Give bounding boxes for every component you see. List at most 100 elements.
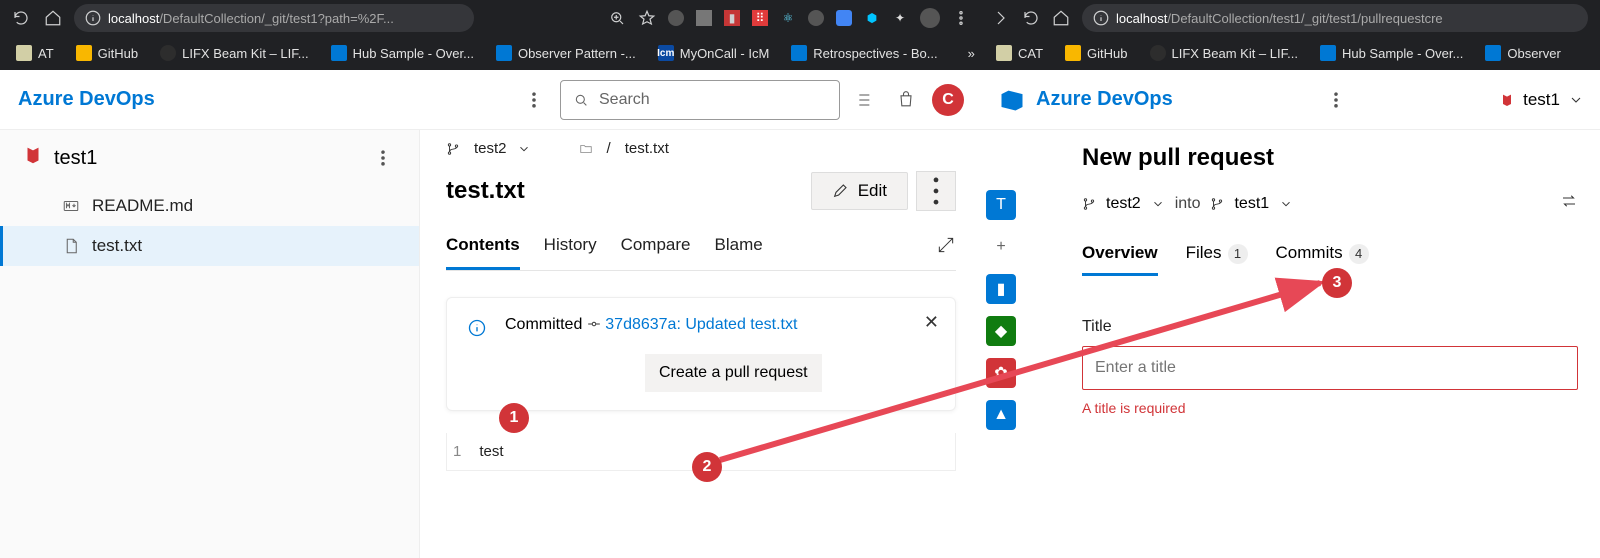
header-more-icon[interactable] [520,86,548,114]
branch-selection-row: test2 into test1 [1082,192,1578,215]
ext-icon[interactable] [668,10,684,26]
bookmark-item[interactable]: LIFX Beam Kit – LIF... [1150,45,1298,61]
repo-icon [22,144,44,172]
repo-icon [1499,92,1515,108]
settings-toggle-icon[interactable] [852,86,880,114]
profile-avatar[interactable] [920,8,940,28]
tab-history[interactable]: History [544,235,597,270]
site-info-icon[interactable] [1092,9,1110,27]
bookmark-item[interactable]: Retrospectives - Bo... [791,45,937,61]
tab-contents[interactable]: Contents [446,235,520,270]
into-label: into [1175,195,1201,213]
home-icon[interactable] [1052,9,1070,27]
ext-icon[interactable] [696,10,712,26]
brand[interactable]: Azure DevOps [1036,88,1173,111]
extensions-icon[interactable]: ✦ [892,10,908,26]
notice-prefix: Committed [505,316,582,333]
bookmark-item[interactable]: IcmMyOnCall - IcM [658,45,770,61]
azure-devops-icon[interactable] [998,86,1026,114]
bookmark-item[interactable]: Observer Pattern -... [496,45,636,61]
info-icon [467,318,487,343]
bookmark-item[interactable]: GitHub [1065,45,1127,61]
swap-icon[interactable] [1560,192,1578,215]
ext-icon[interactable] [808,10,824,26]
url-path: /DefaultCollection/_git/test1?path=%2F..… [159,11,394,26]
ado-header: Azure DevOps Search C [0,70,982,130]
title-error: A title is required [1082,400,1578,416]
bookmark-item[interactable]: GitHub [76,45,138,61]
bookmark-item[interactable]: CAT [996,45,1043,61]
chevron-down-icon[interactable] [517,142,531,156]
crumb-file[interactable]: test.txt [625,140,669,157]
tab-commits[interactable]: Commits4 [1276,243,1369,276]
target-branch[interactable]: test1 [1234,195,1269,213]
address-bar[interactable]: localhost/DefaultCollection/test1/_git/t… [1082,4,1588,32]
bookmark-item[interactable]: Observer [1485,45,1560,61]
tab-overview[interactable]: Overview [1082,243,1158,276]
commit-icon [587,317,601,331]
url-path: /DefaultCollection/test1/_git/test1/pull… [1167,11,1442,26]
title-label: Title [1082,318,1578,336]
file-row-testtxt[interactable]: test.txt [0,226,419,266]
zoom-icon[interactable] [608,9,626,27]
search-input[interactable]: Search [560,80,840,120]
file-more-button[interactable] [916,171,956,211]
star-icon[interactable] [638,9,656,27]
file-tabs: Contents History Compare Blame [446,235,956,271]
header-more-icon[interactable] [1322,86,1350,114]
chevron-down-icon[interactable] [1279,197,1293,211]
bookmark-item[interactable]: Hub Sample - Over... [1320,45,1463,61]
reload-icon[interactable] [1022,9,1040,27]
file-label: test.txt [92,236,142,256]
repo-name[interactable]: test1 [54,147,97,170]
file-title: test.txt [446,177,525,205]
ext-icon[interactable] [836,10,852,26]
browser-toolbar-left: localhost/DefaultCollection/_git/test1?p… [0,0,982,36]
address-bar[interactable]: localhost/DefaultCollection/_git/test1?p… [74,4,474,32]
edit-button[interactable]: Edit [811,172,908,210]
annotation-1: 1 [499,403,529,433]
reload-icon[interactable] [12,9,30,27]
pencil-icon [832,183,848,199]
forward-icon[interactable] [992,9,1010,27]
markdown-icon [62,197,80,215]
shopping-icon[interactable] [892,86,920,114]
commit-link[interactable]: 37d8637a: Updated test.txt [605,316,797,333]
ext-icon[interactable]: ⚛ [780,10,796,26]
line-number: 1 [453,443,461,460]
repo-switcher[interactable]: test1 [1499,90,1584,110]
ext-icon[interactable]: ▮ [724,10,740,26]
close-icon[interactable]: ✕ [924,312,939,333]
bookmark-item[interactable]: AT [16,45,54,61]
search-icon [573,92,589,108]
branch-name[interactable]: test2 [474,140,507,157]
bookmark-item[interactable]: Hub Sample - Over... [331,45,474,61]
chevron-down-icon[interactable] [1151,197,1165,211]
ext-icon[interactable]: ⬢ [864,10,880,26]
brand[interactable]: Azure DevOps [18,88,155,111]
title-input[interactable] [1082,346,1578,390]
file-label: README.md [92,196,193,216]
ext-icon[interactable]: ⠿ [752,10,768,26]
tab-blame[interactable]: Blame [715,235,763,270]
fullscreen-icon[interactable] [936,235,956,270]
create-pr-button[interactable]: Create a pull request [645,354,822,392]
bookmark-item[interactable]: LIFX Beam Kit – LIF... [160,45,308,61]
user-avatar[interactable]: C [932,84,964,116]
tab-compare[interactable]: Compare [621,235,691,270]
site-info-icon[interactable] [84,9,102,27]
code-text: test [479,443,503,460]
source-branch[interactable]: test2 [1106,195,1141,213]
file-row-readme[interactable]: README.md [0,186,419,226]
repo-more-icon[interactable] [369,144,397,172]
file-icon [62,237,80,255]
menu-icon[interactable] [952,9,970,27]
browser-toolbar-right: localhost/DefaultCollection/test1/_git/t… [980,0,1600,36]
folder-icon [579,142,593,156]
path-sep: / [607,140,611,157]
tab-files[interactable]: Files1 [1186,243,1248,276]
bookmarks-overflow-icon[interactable]: » [968,46,975,61]
branch-icon [1082,197,1096,211]
url-host: localhost [1116,11,1167,26]
home-icon[interactable] [44,9,62,27]
